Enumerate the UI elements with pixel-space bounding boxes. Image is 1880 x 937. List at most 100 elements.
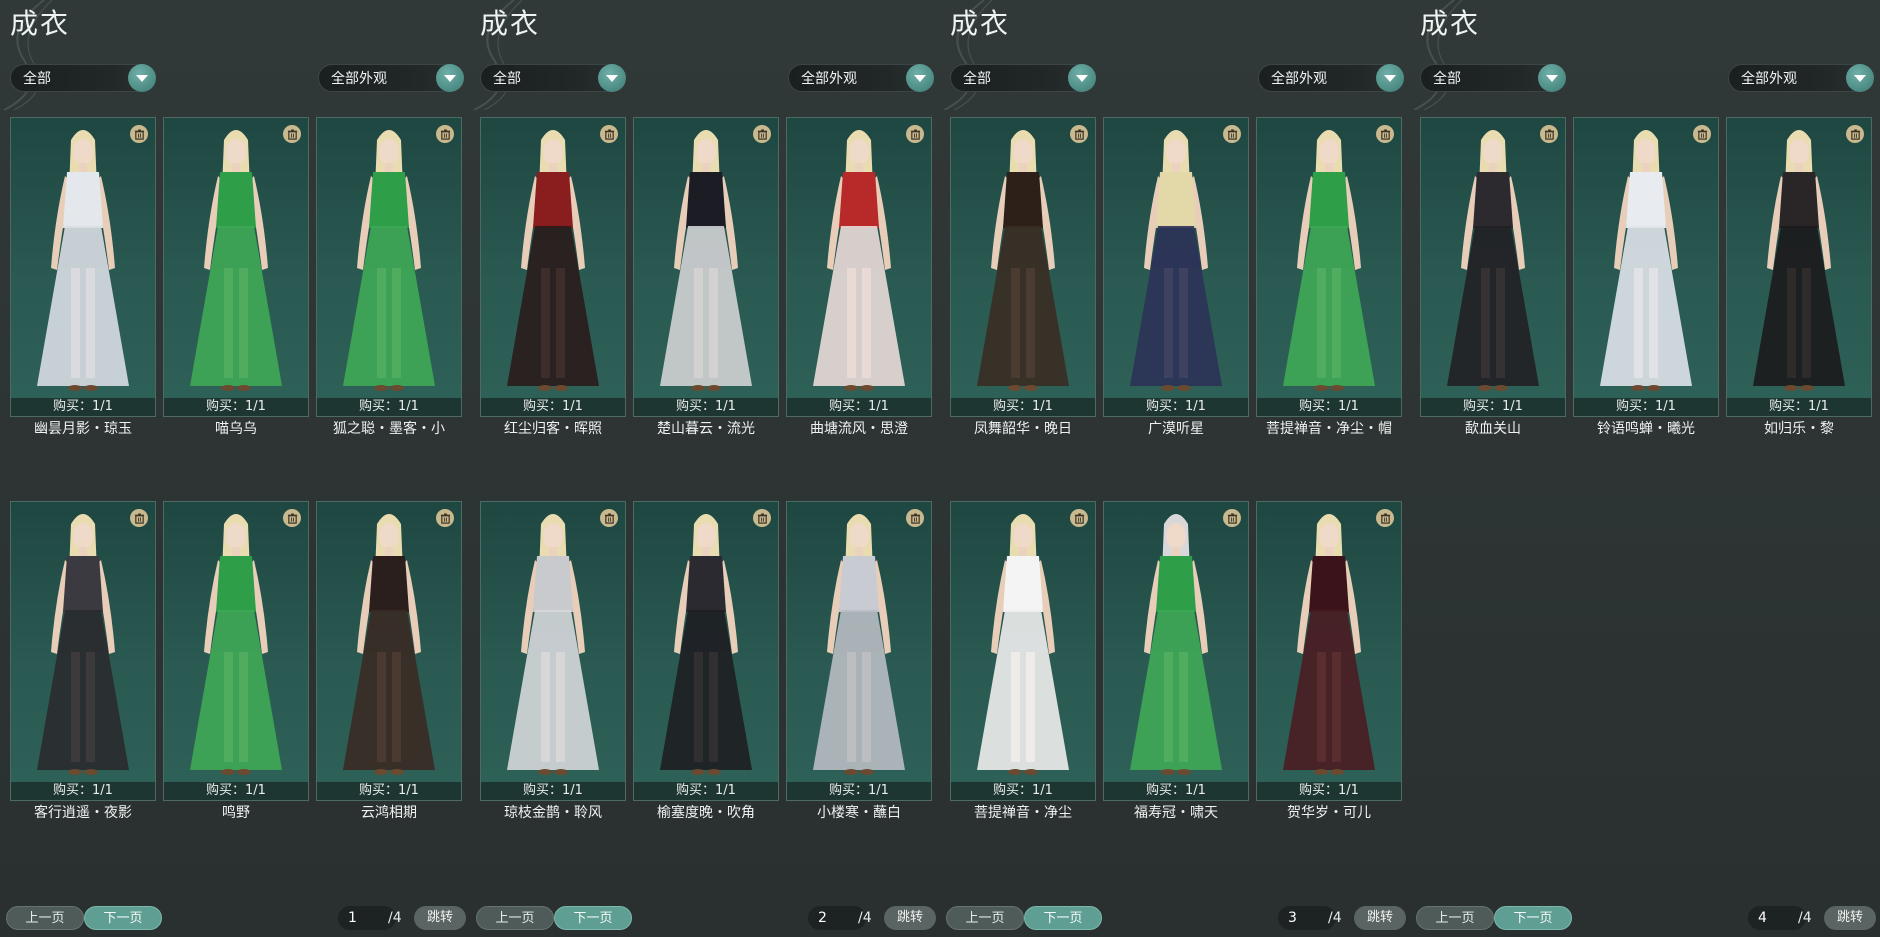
trash-icon[interactable] bbox=[1376, 509, 1394, 527]
next-page-button[interactable]: 下一页 bbox=[84, 906, 162, 930]
chevron-down-icon[interactable] bbox=[128, 64, 156, 92]
prev-page-button[interactable]: 上一页 bbox=[476, 906, 554, 930]
purchase-count: 购买：1/1 bbox=[787, 782, 931, 800]
trash-icon[interactable] bbox=[753, 509, 771, 527]
pagination: 4/4 跳转 bbox=[1748, 906, 1876, 930]
outfit-name: 鸣野 bbox=[222, 805, 250, 821]
trash-icon[interactable] bbox=[1070, 509, 1088, 527]
purchase-count: 购买：1/1 bbox=[317, 398, 461, 416]
trash-icon[interactable] bbox=[600, 509, 618, 527]
page-total: /4 bbox=[1328, 910, 1342, 926]
outfit-card[interactable]: 购买：1/1 bbox=[950, 501, 1096, 801]
next-page-button[interactable]: 下一页 bbox=[554, 906, 632, 930]
outfit-card[interactable]: 购买：1/1 bbox=[480, 117, 626, 417]
outfit-card[interactable]: 购买：1/1 bbox=[1420, 117, 1566, 417]
trash-icon[interactable] bbox=[1846, 125, 1864, 143]
trash-icon[interactable] bbox=[436, 125, 454, 143]
outfit-card[interactable]: 购买：1/1 bbox=[10, 501, 156, 801]
trash-icon[interactable] bbox=[1223, 125, 1241, 143]
chevron-down-icon[interactable] bbox=[598, 64, 626, 92]
jump-button[interactable]: 跳转 bbox=[1824, 906, 1876, 930]
purchase-count: 购买：1/1 bbox=[1104, 398, 1248, 416]
chevron-down-icon[interactable] bbox=[906, 64, 934, 92]
outfit-name: 凤舞韶华・晚日 bbox=[974, 421, 1072, 437]
trash-icon[interactable] bbox=[283, 509, 301, 527]
outfit-card[interactable]: 购买：1/1 bbox=[1726, 117, 1872, 417]
outfit-card[interactable]: 购买：1/1 bbox=[1573, 117, 1719, 417]
chevron-down-icon[interactable] bbox=[1846, 64, 1874, 92]
outfit-card[interactable]: 购买：1/1 bbox=[163, 117, 309, 417]
category-filter-dropdown[interactable]: 全部 bbox=[10, 64, 156, 92]
chevron-down-icon[interactable] bbox=[436, 64, 464, 92]
trash-icon[interactable] bbox=[1693, 125, 1711, 143]
trash-icon[interactable] bbox=[1070, 125, 1088, 143]
outfit-card[interactable]: 购买：1/1 bbox=[1103, 501, 1249, 801]
outfit-preview-image bbox=[37, 514, 129, 775]
category-filter-dropdown[interactable]: 全部 bbox=[950, 64, 1096, 92]
next-page-button[interactable]: 下一页 bbox=[1024, 906, 1102, 930]
purchase-count: 购买：1/1 bbox=[1257, 398, 1401, 416]
outfit-name: 菩提禅音・净尘・帽 bbox=[1266, 421, 1392, 437]
outfit-name: 小楼寒・蘸白 bbox=[817, 805, 901, 821]
prev-page-button[interactable]: 上一页 bbox=[946, 906, 1024, 930]
outfit-card[interactable]: 购买：1/1 bbox=[1256, 117, 1402, 417]
prev-page-button[interactable]: 上一页 bbox=[6, 906, 84, 930]
outfit-preview-image bbox=[977, 514, 1069, 775]
purchase-count: 购买：1/1 bbox=[951, 782, 1095, 800]
outfit-card[interactable]: 购买：1/1 bbox=[1256, 501, 1402, 801]
appearance-filter-dropdown[interactable]: 全部外观 bbox=[1258, 64, 1404, 92]
trash-icon[interactable] bbox=[130, 125, 148, 143]
outfit-card[interactable]: 购买：1/1 bbox=[633, 501, 779, 801]
outfit-name: 琼枝金鹊・聆风 bbox=[504, 805, 602, 821]
trash-icon[interactable] bbox=[1376, 125, 1394, 143]
jump-button[interactable]: 跳转 bbox=[1354, 906, 1406, 930]
trash-icon[interactable] bbox=[753, 125, 771, 143]
trash-icon[interactable] bbox=[906, 509, 924, 527]
trash-icon[interactable] bbox=[1223, 509, 1241, 527]
outfit-name: 福寿冠・啸天 bbox=[1134, 805, 1218, 821]
outfit-preview-image bbox=[190, 130, 282, 391]
outfit-name: 广漠听星 bbox=[1148, 421, 1204, 437]
trash-icon[interactable] bbox=[1540, 125, 1558, 143]
outfit-preview-image bbox=[190, 514, 282, 775]
purchase-count: 购买：1/1 bbox=[1104, 782, 1248, 800]
outfit-card[interactable]: 购买：1/1 bbox=[1103, 117, 1249, 417]
outfit-card[interactable]: 购买：1/1 bbox=[950, 117, 1096, 417]
dropdown-value: 全部外观 bbox=[1271, 71, 1327, 87]
prev-page-button[interactable]: 上一页 bbox=[1416, 906, 1494, 930]
outfit-name: 榆塞度晚・吹角 bbox=[657, 805, 755, 821]
appearance-filter-dropdown[interactable]: 全部外观 bbox=[788, 64, 934, 92]
outfit-card[interactable]: 购买：1/1 bbox=[316, 501, 462, 801]
trash-icon[interactable] bbox=[130, 509, 148, 527]
outfit-card[interactable]: 购买：1/1 bbox=[633, 117, 779, 417]
appearance-filter-dropdown[interactable]: 全部外观 bbox=[318, 64, 464, 92]
outfit-card[interactable]: 购买：1/1 bbox=[10, 117, 156, 417]
trash-icon[interactable] bbox=[436, 509, 454, 527]
trash-icon[interactable] bbox=[283, 125, 301, 143]
outfit-card[interactable]: 购买：1/1 bbox=[786, 501, 932, 801]
outfit-name: 贺华岁・可儿 bbox=[1287, 805, 1371, 821]
purchase-count: 购买：1/1 bbox=[1257, 782, 1401, 800]
trash-icon[interactable] bbox=[906, 125, 924, 143]
outfit-card[interactable]: 购买：1/1 bbox=[786, 117, 932, 417]
outfit-preview-image bbox=[813, 514, 905, 775]
page-total: /4 bbox=[388, 910, 402, 926]
next-page-button[interactable]: 下一页 bbox=[1494, 906, 1572, 930]
chevron-down-icon[interactable] bbox=[1376, 64, 1404, 92]
outfit-preview-image bbox=[1447, 130, 1539, 391]
outfit-card[interactable]: 购买：1/1 bbox=[163, 501, 309, 801]
chevron-down-icon[interactable] bbox=[1538, 64, 1566, 92]
outfit-card[interactable]: 购买：1/1 bbox=[316, 117, 462, 417]
purchase-count: 购买：1/1 bbox=[481, 398, 625, 416]
wardrobe-screen: 成衣 全部 全部外观 购买：1/1 幽昙月影・琼玉 购买：1/1 喵乌乌 购买：1/1 狐之聪・… bbox=[0, 0, 1880, 937]
outfit-card[interactable]: 购买：1/1 bbox=[480, 501, 626, 801]
dropdown-value: 全部 bbox=[963, 71, 991, 87]
category-filter-dropdown[interactable]: 全部 bbox=[1420, 64, 1566, 92]
jump-button[interactable]: 跳转 bbox=[884, 906, 936, 930]
appearance-filter-dropdown[interactable]: 全部外观 bbox=[1728, 64, 1874, 92]
category-filter-dropdown[interactable]: 全部 bbox=[480, 64, 626, 92]
chevron-down-icon[interactable] bbox=[1068, 64, 1096, 92]
jump-button[interactable]: 跳转 bbox=[414, 906, 466, 930]
page-title: 成衣 bbox=[10, 7, 71, 40]
trash-icon[interactable] bbox=[600, 125, 618, 143]
